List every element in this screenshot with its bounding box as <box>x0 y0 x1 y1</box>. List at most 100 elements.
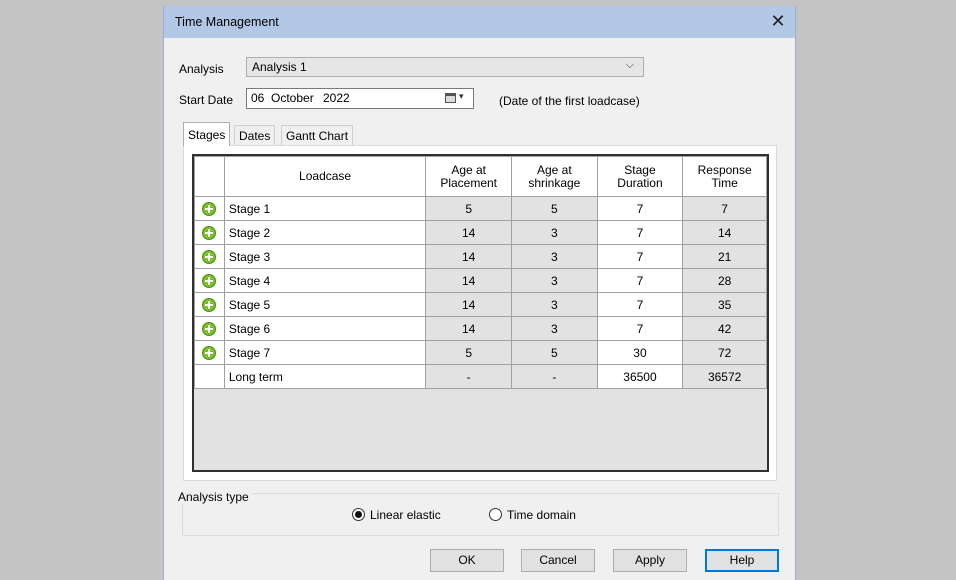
response-time-cell: 7 <box>682 196 767 221</box>
start-date-note: (Date of the first loadcase) <box>499 94 640 108</box>
table-row[interactable]: Stage 3 14 3 7 21 <box>194 244 767 269</box>
age-placement-cell: - <box>425 364 513 389</box>
analysis-value: Analysis 1 <box>252 60 307 74</box>
stage-duration-column-header[interactable]: Stage Duration <box>596 156 684 197</box>
loadcase-cell[interactable]: Stage 6 <box>223 316 427 341</box>
loadcase-cell[interactable]: Stage 4 <box>223 268 427 293</box>
calendar-dropdown-icon[interactable]: ▾ <box>459 91 464 102</box>
response-time-cell: 21 <box>682 244 767 269</box>
time-domain-radio[interactable] <box>489 508 502 521</box>
add-stage-icon[interactable] <box>202 345 217 360</box>
stage-duration-cell[interactable]: 7 <box>596 292 684 317</box>
stage-duration-cell[interactable]: 7 <box>596 268 684 293</box>
cancel-button[interactable]: Cancel <box>521 549 595 572</box>
tab-gantt-chart[interactable]: Gantt Chart <box>281 125 354 145</box>
header-line: Time <box>711 175 738 190</box>
chevron-down-icon: ⌵ <box>625 59 634 71</box>
age-shrinkage-cell: 5 <box>511 196 598 221</box>
ok-button[interactable]: OK <box>430 549 504 572</box>
row-icon-cell <box>194 364 225 389</box>
time-domain-label[interactable]: Time domain <box>507 508 576 522</box>
add-stage-icon[interactable] <box>202 249 217 264</box>
tab-dates[interactable]: Dates <box>234 125 276 145</box>
row-icon-cell[interactable] <box>194 292 225 317</box>
linear-elastic-label[interactable]: Linear elastic <box>370 508 441 522</box>
calendar-icon[interactable] <box>445 93 456 103</box>
loadcase-cell[interactable]: Stage 1 <box>223 196 427 221</box>
age-placement-cell: 5 <box>425 340 513 365</box>
response-time-cell: 14 <box>682 220 767 245</box>
stage-duration-cell[interactable]: 30 <box>596 340 684 365</box>
loadcase-cell[interactable]: Stage 2 <box>223 220 427 245</box>
loadcase-column-header[interactable]: Loadcase <box>223 156 427 197</box>
table-row[interactable]: Stage 2 14 3 7 14 <box>194 220 767 245</box>
response-time-cell: 36572 <box>682 364 767 389</box>
stages-table: Loadcase Age at Placement Age at shrinka… <box>194 156 767 389</box>
apply-button[interactable]: Apply <box>613 549 687 572</box>
row-icon-cell[interactable] <box>194 340 225 365</box>
add-stage-icon[interactable] <box>202 201 217 216</box>
stages-grid[interactable]: Loadcase Age at Placement Age at shrinka… <box>192 154 769 472</box>
add-stage-icon[interactable] <box>202 273 217 288</box>
start-date-picker[interactable]: 06 October 2022 ▾ <box>246 88 474 109</box>
title-bar[interactable]: Time Management ✕ <box>164 6 795 38</box>
table-row[interactable]: Long term - - 36500 36572 <box>194 364 767 389</box>
response-time-column-header[interactable]: Response Time <box>682 156 767 197</box>
header-line: Age at <box>536 162 572 177</box>
analysis-type-group <box>182 493 779 536</box>
analysis-dropdown[interactable]: Analysis 1 ⌵ <box>246 57 644 77</box>
loadcase-cell[interactable]: Stage 3 <box>223 244 427 269</box>
stage-duration-cell[interactable]: 7 <box>596 196 684 221</box>
age-shrinkage-column-header[interactable]: Age at shrinkage <box>511 156 598 197</box>
date-month[interactable]: October <box>271 91 314 105</box>
age-shrinkage-cell: 3 <box>511 268 598 293</box>
header-line: Duration <box>617 175 663 190</box>
add-stage-icon[interactable] <box>202 321 217 336</box>
window-title: Time Management <box>175 15 279 29</box>
age-placement-cell: 14 <box>425 292 513 317</box>
response-time-cell: 35 <box>682 292 767 317</box>
date-day[interactable]: 06 <box>251 91 264 105</box>
header-line: shrinkage <box>528 175 581 190</box>
stage-duration-cell[interactable]: 7 <box>596 220 684 245</box>
header-line: Stage <box>624 162 656 177</box>
age-shrinkage-cell: - <box>511 364 598 389</box>
help-button[interactable]: Help <box>705 549 779 572</box>
header-line: Age at <box>451 162 487 177</box>
table-row[interactable]: Stage 6 14 3 7 42 <box>194 316 767 341</box>
linear-elastic-radio[interactable] <box>352 508 365 521</box>
age-placement-cell: 5 <box>425 196 513 221</box>
stage-duration-cell[interactable]: 36500 <box>596 364 684 389</box>
loadcase-cell: Long term <box>223 364 427 389</box>
add-stage-icon[interactable] <box>202 225 217 240</box>
age-placement-cell: 14 <box>425 268 513 293</box>
loadcase-cell[interactable]: Stage 7 <box>223 340 427 365</box>
row-icon-cell[interactable] <box>194 244 225 269</box>
row-icon-cell[interactable] <box>194 196 225 221</box>
response-time-cell: 28 <box>682 268 767 293</box>
response-time-cell: 72 <box>682 340 767 365</box>
age-shrinkage-cell: 3 <box>511 244 598 269</box>
age-shrinkage-cell: 5 <box>511 340 598 365</box>
response-time-cell: 42 <box>682 316 767 341</box>
age-placement-column-header[interactable]: Age at Placement <box>425 156 513 197</box>
stage-duration-cell[interactable]: 7 <box>596 244 684 269</box>
close-button[interactable]: ✕ <box>761 6 795 38</box>
row-icon-cell[interactable] <box>194 220 225 245</box>
time-management-dialog: Time Management ✕ Analysis Analysis 1 ⌵ … <box>163 6 796 580</box>
row-icon-cell[interactable] <box>194 316 225 341</box>
loadcase-cell[interactable]: Stage 5 <box>223 292 427 317</box>
stage-duration-cell[interactable]: 7 <box>596 316 684 341</box>
date-year[interactable]: 2022 <box>323 91 350 105</box>
age-placement-cell: 14 <box>425 316 513 341</box>
analysis-type-legend: Analysis type <box>175 490 252 504</box>
table-row[interactable]: Stage 1 5 5 7 7 <box>194 196 767 221</box>
table-row[interactable]: Stage 5 14 3 7 35 <box>194 292 767 317</box>
table-row[interactable]: Stage 7 5 5 30 72 <box>194 340 767 365</box>
start-date-label: Start Date <box>179 93 234 107</box>
tab-stages[interactable]: Stages <box>183 122 231 146</box>
stages-panel: Loadcase Age at Placement Age at shrinka… <box>183 145 777 481</box>
row-icon-cell[interactable] <box>194 268 225 293</box>
add-stage-icon[interactable] <box>202 297 217 312</box>
table-row[interactable]: Stage 4 14 3 7 28 <box>194 268 767 293</box>
